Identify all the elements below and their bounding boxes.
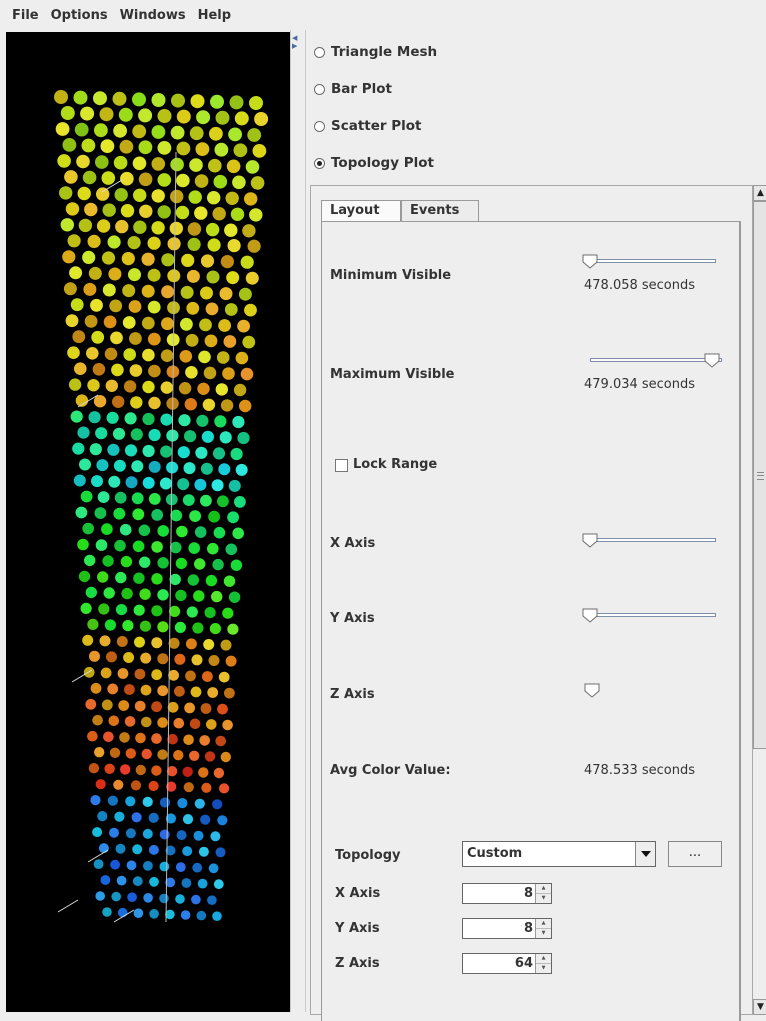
avg-color-value: 478.533 seconds [584, 763, 696, 778]
radio-bar-plot[interactable]: Bar Plot [314, 77, 392, 101]
spinner-up-icon[interactable]: ▲ [536, 919, 551, 929]
slider-track [590, 358, 722, 362]
slider-knob[interactable] [704, 353, 720, 368]
menu-file[interactable]: File [0, 8, 45, 23]
vertical-scrollbar[interactable]: ▲ ▼ [752, 185, 766, 1015]
radio-button[interactable] [314, 120, 325, 132]
spinner-buttons[interactable]: ▲ ▼ [535, 954, 551, 973]
dim-x-value[interactable]: 8 [524, 886, 533, 901]
scroll-up-icon[interactable]: ▲ [753, 185, 766, 201]
scroll-down-icon[interactable]: ▼ [753, 999, 766, 1015]
y-axis-slider[interactable] [582, 608, 716, 623]
slider-knob[interactable] [582, 533, 598, 548]
x-axis-label: X Axis [330, 536, 376, 551]
menu-options[interactable]: Options [45, 8, 114, 23]
slider-track [584, 259, 716, 263]
dim-z-value[interactable]: 64 [515, 956, 533, 971]
spinner-buttons[interactable]: ▲ ▼ [535, 919, 551, 938]
y-axis-label: Y Axis [330, 611, 375, 626]
radio-triangle-mesh[interactable]: Triangle Mesh [314, 40, 437, 64]
dim-x-label: X Axis [335, 886, 381, 901]
tab-events[interactable]: Events [401, 200, 479, 221]
avg-color-label: Avg Color Value: [330, 763, 451, 778]
settings-scroll-pane: Layout Events Minimum Visible 478.058 se… [310, 185, 766, 1021]
split-arrows[interactable]: ◀ ▶ [292, 34, 297, 50]
radio-topology-plot[interactable]: Topology Plot [314, 151, 434, 175]
max-visible-label: Maximum Visible [330, 367, 455, 382]
radio-scatter-plot[interactable]: Scatter Plot [314, 114, 422, 138]
scrollbar-thumb[interactable] [753, 201, 766, 749]
dropdown-arrow-icon[interactable] [635, 842, 655, 866]
dim-z-label: Z Axis [335, 956, 380, 971]
spinner-up-icon[interactable]: ▲ [536, 884, 551, 894]
spinner-down-icon[interactable]: ▼ [536, 964, 551, 973]
slider-knob[interactable] [582, 254, 598, 269]
min-visible-label: Minimum Visible [330, 268, 452, 283]
split-left-arrow-icon[interactable]: ◀ [292, 34, 297, 42]
spinner-up-icon[interactable]: ▲ [536, 954, 551, 964]
radio-label: Topology Plot [331, 155, 434, 171]
radio-button-selected[interactable] [314, 157, 325, 169]
x-axis-slider[interactable] [582, 533, 716, 548]
control-panel: Triangle Mesh Bar Plot Scatter Plot Topo… [306, 30, 766, 1021]
topology-combo[interactable]: Custom [462, 841, 656, 867]
topology-options-button[interactable]: ... [668, 841, 722, 867]
z-axis-label: Z Axis [330, 687, 375, 702]
topology-3d-render [54, 90, 269, 923]
z-axis-slider-knob[interactable] [584, 683, 600, 698]
slider-track [584, 613, 716, 617]
dim-x-spinner[interactable]: 8 ▲ ▼ [462, 883, 552, 904]
min-visible-slider[interactable] [582, 254, 716, 269]
topology-selected: Custom [467, 846, 523, 861]
grip-icon [757, 472, 764, 480]
min-visible-value: 478.058 seconds [584, 278, 696, 293]
radio-button[interactable] [314, 46, 325, 58]
spinner-down-icon[interactable]: ▼ [536, 894, 551, 903]
menu-help[interactable]: Help [192, 8, 237, 23]
radio-label: Bar Plot [331, 81, 393, 97]
layout-tab-panel: Minimum Visible 478.058 seconds Maximum … [321, 221, 741, 1021]
spinner-down-icon[interactable]: ▼ [536, 929, 551, 938]
max-visible-value: 479.034 seconds [584, 377, 696, 392]
dim-y-value[interactable]: 8 [524, 921, 533, 936]
radio-button[interactable] [314, 83, 325, 95]
radio-label: Scatter Plot [331, 118, 422, 134]
split-pane-divider[interactable]: ◀ ▶ [290, 30, 306, 1012]
radio-label: Triangle Mesh [331, 44, 438, 60]
lock-range-label: Lock Range [353, 457, 438, 472]
menu-bar: File Options Windows Help [0, 0, 766, 30]
menu-windows[interactable]: Windows [114, 8, 192, 23]
tab-layout[interactable]: Layout [321, 200, 401, 223]
slider-track [584, 538, 716, 542]
topology-label: Topology [335, 848, 401, 863]
spinner-buttons[interactable]: ▲ ▼ [535, 884, 551, 903]
dim-y-spinner[interactable]: 8 ▲ ▼ [462, 918, 552, 939]
dim-z-spinner[interactable]: 64 ▲ ▼ [462, 953, 552, 974]
topology-3d-viewport[interactable] [6, 32, 290, 1012]
slider-knob[interactable] [582, 608, 598, 623]
dim-y-label: Y Axis [335, 921, 380, 936]
split-right-arrow-icon[interactable]: ▶ [292, 42, 297, 50]
lock-range-checkbox[interactable] [335, 459, 348, 472]
max-visible-slider[interactable] [590, 353, 722, 368]
